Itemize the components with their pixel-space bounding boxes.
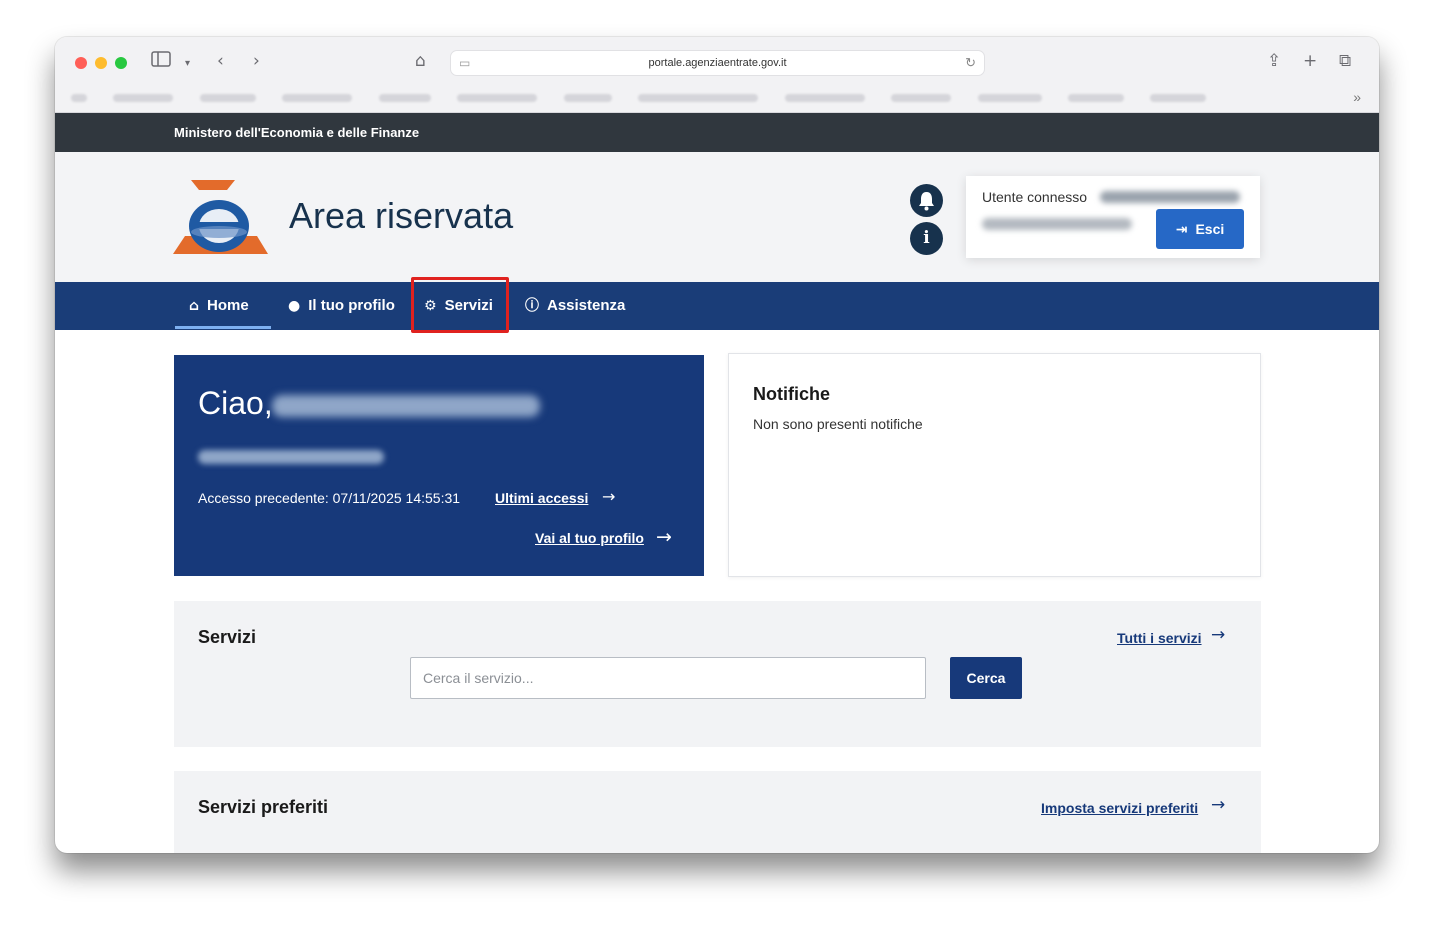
sidebar-icon[interactable] (151, 51, 173, 72)
search-button[interactable]: Cerca (950, 657, 1022, 699)
chevron-double-right-icon[interactable]: » (1353, 89, 1361, 105)
chevron-left-icon[interactable]: ‹ (217, 51, 224, 71)
profile-link[interactable]: Vai al tuo profilo (535, 530, 644, 546)
bookmark-item[interactable] (563, 93, 612, 102)
bookmark-item[interactable] (1067, 93, 1124, 102)
redacted-fiscal-code (982, 218, 1132, 230)
bookmark-item[interactable] (457, 93, 538, 102)
share-icon[interactable]: ⇪ (1267, 51, 1281, 71)
logout-icon: ⇥ (1175, 222, 1188, 238)
notifications-title: Notifiche (753, 384, 831, 404)
redacted-fiscal-code (198, 450, 384, 464)
greeting: Ciao, (198, 385, 273, 421)
chevron-right-icon[interactable]: › (253, 51, 260, 71)
notifications-card: Notifiche Non sono presenti notifiche (728, 353, 1261, 577)
welcome-card: Ciao, Accesso precedente: 07/11/2025 14:… (174, 355, 704, 576)
tabs-icon[interactable]: ⧉ (1339, 51, 1351, 71)
agenzia-entrate-logo[interactable] (173, 176, 268, 258)
url-text: portale.agenziaentrate.gov.it (648, 57, 787, 69)
notifications-empty-text: Non sono presenti notifiche (753, 416, 923, 432)
ministry-label[interactable]: Ministero dell'Economia e delle Finanze (174, 125, 419, 140)
user-icon: ● (288, 298, 301, 314)
bookmark-item[interactable] (977, 93, 1042, 102)
ministry-bar: Ministero dell'Economia e delle Finanze (55, 113, 1379, 152)
close-window-button[interactable] (75, 57, 87, 69)
bookmark-item[interactable] (638, 93, 759, 102)
info-icon: ⓘ (525, 298, 539, 314)
arrow-right-icon[interactable]: → (1211, 795, 1225, 815)
info-icon[interactable]: i (910, 222, 943, 255)
browser-toolbar: ▾ ‹ › ⌂ ▭ portale.agenziaentrate.gov.it … (55, 37, 1379, 113)
address-bar[interactable]: ▭ portale.agenziaentrate.gov.it ↻ (450, 50, 985, 76)
nav-home-label: Home (207, 297, 249, 314)
home-icon: ⌂ (189, 298, 200, 314)
nav-profile[interactable]: ● Il tuo profilo (288, 282, 395, 330)
nav-assistance[interactable]: ⓘ Assistenza (525, 282, 625, 330)
reload-icon[interactable]: ↻ (965, 55, 976, 71)
bookmark-item[interactable] (891, 93, 952, 102)
favorite-services-panel: Servizi preferiti Imposta servizi prefer… (174, 771, 1261, 853)
services-panel: Servizi Tutti i servizi → Cerca (174, 601, 1261, 747)
home-icon[interactable]: ⌂ (415, 51, 426, 71)
main-nav: ⌂ Home ● Il tuo profilo ⚙ Servizi ⓘ Assisten… (55, 282, 1379, 330)
set-favorites-link[interactable]: Imposta servizi preferiti (1041, 800, 1198, 816)
nav-assistance-label: Assistenza (547, 297, 626, 314)
services-title: Servizi (198, 627, 257, 647)
arrow-right-icon[interactable]: → (602, 487, 615, 506)
favorite-services-title: Servizi preferiti (198, 797, 329, 817)
bell-icon[interactable] (910, 184, 943, 217)
screenshot-stage: ▾ ‹ › ⌂ ▭ portale.agenziaentrate.gov.it … (0, 0, 1434, 926)
highlight-annotation (411, 277, 509, 333)
arrow-right-icon[interactable]: → (1211, 625, 1225, 645)
bookmarks-bar: » (71, 89, 1361, 105)
redacted-user-name (272, 395, 540, 417)
arrow-right-icon[interactable]: → (656, 526, 672, 548)
bookmark-item[interactable] (199, 93, 256, 102)
active-tab-indicator (175, 326, 271, 329)
logout-button[interactable]: ⇥ Esci (1156, 209, 1244, 249)
browser-window: ▾ ‹ › ⌂ ▭ portale.agenziaentrate.gov.it … (55, 37, 1379, 853)
bookmark-item[interactable] (784, 93, 865, 102)
user-connected-label: Utente connesso (982, 189, 1088, 205)
chevron-down-icon[interactable]: ▾ (185, 54, 190, 74)
redacted-user-name (1100, 191, 1240, 203)
bookmark-item[interactable] (282, 93, 353, 102)
bookmark-item[interactable] (1150, 93, 1207, 102)
bookmark-item[interactable] (71, 93, 87, 102)
minimize-window-button[interactable] (95, 57, 107, 69)
last-access-link[interactable]: Ultimi accessi (495, 490, 588, 506)
page-title[interactable]: Area riservata (289, 195, 513, 237)
plus-icon[interactable]: + (1303, 51, 1317, 71)
user-card: Utente connesso ⇥ Esci (966, 176, 1260, 258)
nav-profile-label: Il tuo profilo (308, 297, 395, 314)
logout-label: Esci (1195, 221, 1225, 237)
zoom-window-button[interactable] (115, 57, 127, 69)
service-search-input[interactable] (410, 657, 926, 699)
site-header: Area riservata i Utente connesso ⇥ Esci (55, 152, 1379, 282)
all-services-link[interactable]: Tutti i servizi (1117, 630, 1202, 646)
bookmark-item[interactable] (378, 93, 431, 102)
bookmark-item[interactable] (113, 93, 174, 102)
nav-home[interactable]: ⌂ Home (189, 282, 249, 330)
previous-access-text: Accesso precedente: 07/11/2025 14:55:31 (198, 490, 461, 506)
